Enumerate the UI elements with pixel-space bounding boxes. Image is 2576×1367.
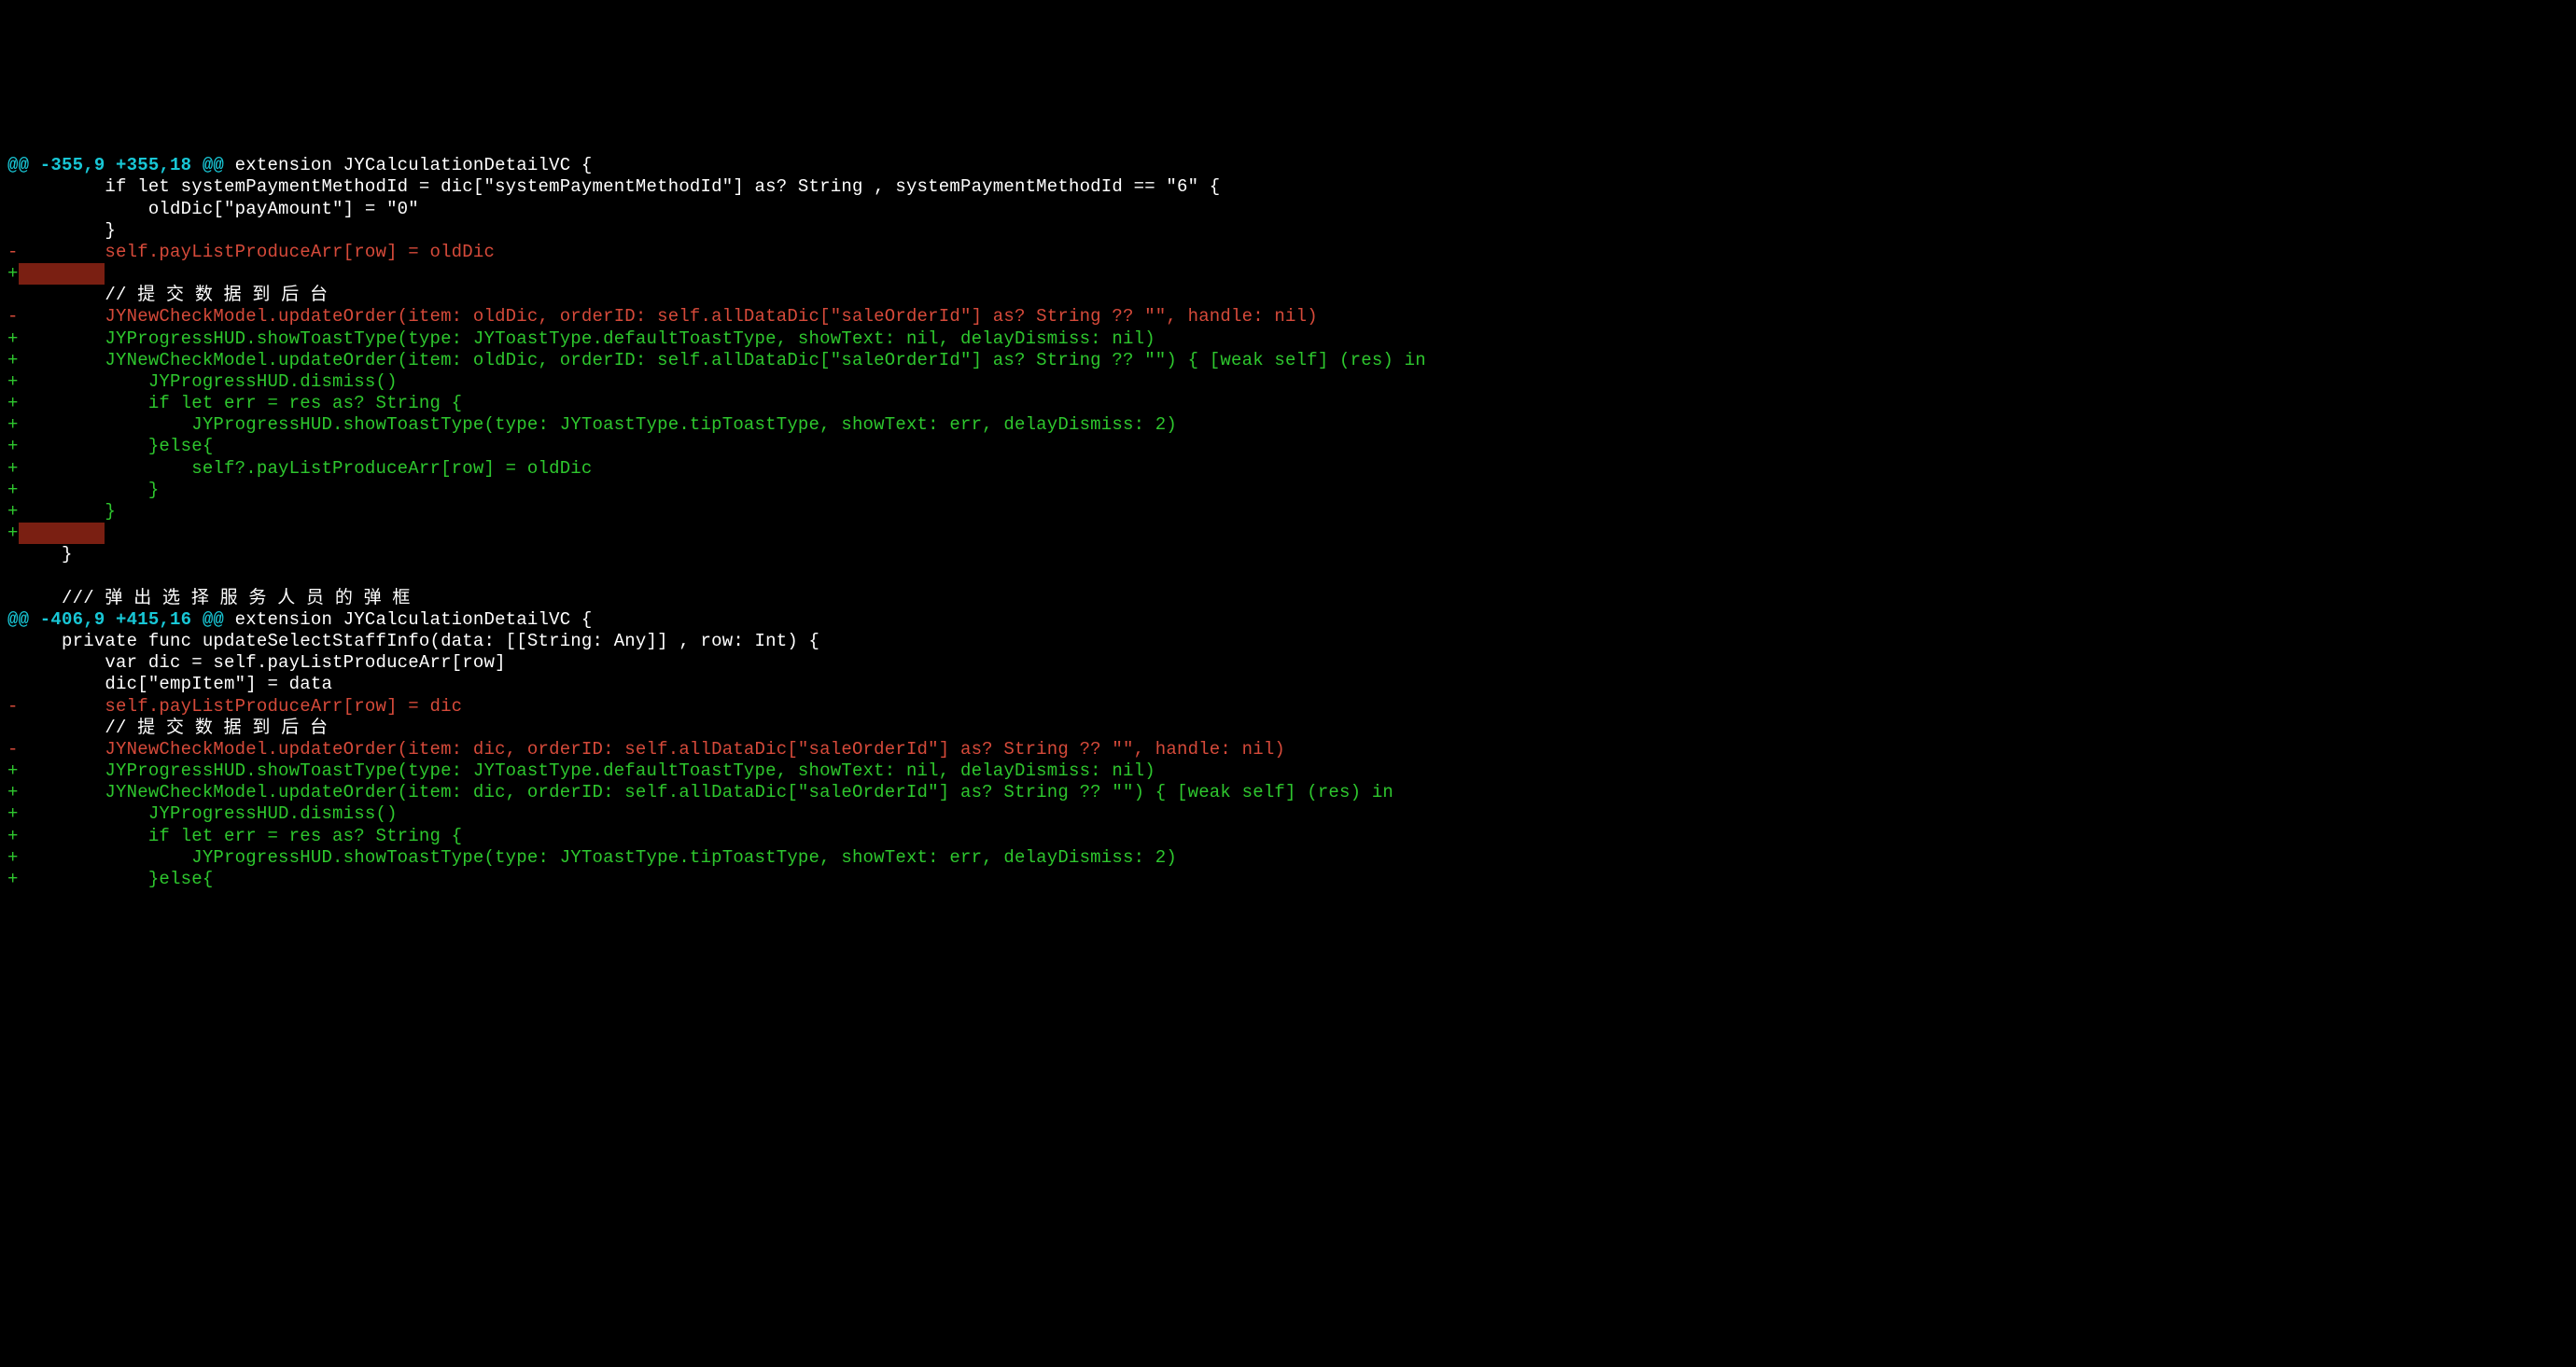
added-line: + [7, 263, 19, 284]
diff-line[interactable]: /// 弹 出 选 择 服 务 人 员 的 弹 框 [7, 588, 2569, 609]
diff-line[interactable]: + JYProgressHUD.showToastType(type: JYTo… [7, 414, 2569, 436]
added-line: + }else{ [7, 869, 213, 889]
added-line: + if let err = res as? String { [7, 393, 462, 413]
removed-line: - JYNewCheckModel.updateOrder(item: oldD… [7, 306, 1318, 327]
context-line: oldDic["payAmount"] = "0" [7, 199, 419, 219]
hunk-context: extension JYCalculationDetailVC { [235, 609, 593, 630]
removed-line: - self.payListProduceArr[row] = oldDic [7, 242, 495, 262]
added-line: + JYProgressHUD.showToastType(type: JYTo… [7, 414, 1177, 435]
hunk-header: @@ -406,9 +415,16 @@ [7, 609, 235, 630]
added-line: + } [7, 501, 116, 522]
hunk-context: extension JYCalculationDetailVC { [235, 155, 593, 175]
diff-line[interactable]: + } [7, 480, 2569, 501]
diff-line[interactable]: + JYProgressHUD.dismiss() [7, 371, 2569, 393]
context-line: var dic = self.payListProduceArr[row] [7, 652, 506, 673]
diff-line[interactable]: + [7, 523, 2569, 544]
diff-line[interactable]: + JYProgressHUD.showToastType(type: JYTo… [7, 328, 2569, 350]
diff-line[interactable] [7, 565, 2569, 587]
diff-line[interactable]: + if let err = res as? String { [7, 826, 2569, 847]
added-line: + JYProgressHUD.showToastType(type: JYTo… [7, 847, 1177, 868]
diff-line[interactable]: - self.payListProduceArr[row] = dic [7, 696, 2569, 718]
diff-line[interactable]: + JYNewCheckModel.updateOrder(item: oldD… [7, 350, 2569, 371]
diff-line[interactable]: + JYProgressHUD.showToastType(type: JYTo… [7, 847, 2569, 869]
removed-line: - self.payListProduceArr[row] = dic [7, 696, 462, 717]
context-line: } [7, 544, 73, 565]
context-line: // 提 交 数 据 到 后 台 [7, 718, 328, 738]
diff-line[interactable]: + [7, 263, 2569, 285]
diff-line[interactable]: - self.payListProduceArr[row] = oldDic [7, 242, 2569, 263]
diff-line[interactable]: + }else{ [7, 869, 2569, 890]
added-line: + JYProgressHUD.dismiss() [7, 803, 398, 824]
diff-line[interactable]: + self?.payListProduceArr[row] = oldDic [7, 458, 2569, 480]
diff-line[interactable]: @@ -406,9 +415,16 @@ extension JYCalcula… [7, 609, 2569, 631]
diff-line[interactable]: if let systemPaymentMethodId = dic["syst… [7, 176, 2569, 198]
diff-line[interactable]: @@ -355,9 +355,18 @@ extension JYCalcula… [7, 155, 2569, 176]
diff-line[interactable]: } [7, 544, 2569, 565]
diff-line[interactable]: private func updateSelectStaffInfo(data:… [7, 631, 2569, 652]
added-line: + [7, 523, 19, 543]
diff-line[interactable]: // 提 交 数 据 到 后 台 [7, 718, 2569, 739]
context-line: // 提 交 数 据 到 后 台 [7, 285, 328, 305]
diff-line[interactable]: } [7, 220, 2569, 242]
hunk-header: @@ -355,9 +355,18 @@ [7, 155, 235, 175]
diff-lines-container[interactable]: @@ -355,9 +355,18 @@ extension JYCalcula… [7, 155, 2569, 890]
trailing-whitespace-marker [19, 523, 105, 544]
context-line: if let systemPaymentMethodId = dic["syst… [7, 176, 1220, 197]
added-line: + JYProgressHUD.showToastType(type: JYTo… [7, 760, 1155, 781]
diff-line[interactable]: - JYNewCheckModel.updateOrder(item: oldD… [7, 306, 2569, 328]
added-line: + } [7, 480, 159, 500]
diff-line[interactable]: var dic = self.payListProduceArr[row] [7, 652, 2569, 674]
added-line: + }else{ [7, 436, 213, 456]
added-line: + JYNewCheckModel.updateOrder(item: dic,… [7, 782, 1393, 802]
diff-line[interactable]: + JYProgressHUD.dismiss() [7, 803, 2569, 825]
diff-line[interactable]: // 提 交 数 据 到 后 台 [7, 285, 2569, 306]
diff-line[interactable]: - JYNewCheckModel.updateOrder(item: dic,… [7, 739, 2569, 760]
context-line [7, 565, 19, 586]
diff-line[interactable]: oldDic["payAmount"] = "0" [7, 199, 2569, 220]
diff-view: @@ -355,9 +355,18 @@ extension JYCalcula… [0, 108, 2576, 919]
added-line: + JYProgressHUD.dismiss() [7, 371, 398, 392]
context-line: /// 弹 出 选 择 服 务 人 员 的 弹 框 [7, 588, 411, 608]
diff-line[interactable]: + if let err = res as? String { [7, 393, 2569, 414]
context-line: } [7, 220, 116, 241]
added-line: + self?.payListProduceArr[row] = oldDic [7, 458, 593, 479]
added-line: + JYProgressHUD.showToastType(type: JYTo… [7, 328, 1155, 349]
context-line: dic["empItem"] = data [7, 674, 332, 694]
context-line: private func updateSelectStaffInfo(data:… [7, 631, 819, 651]
trailing-whitespace-marker [19, 263, 105, 285]
diff-line[interactable]: + }else{ [7, 436, 2569, 457]
added-line: + JYNewCheckModel.updateOrder(item: oldD… [7, 350, 1426, 370]
diff-line[interactable]: + JYNewCheckModel.updateOrder(item: dic,… [7, 782, 2569, 803]
diff-line[interactable]: dic["empItem"] = data [7, 674, 2569, 695]
diff-line[interactable]: + } [7, 501, 2569, 523]
removed-line: - JYNewCheckModel.updateOrder(item: dic,… [7, 739, 1285, 760]
added-line: + if let err = res as? String { [7, 826, 462, 846]
diff-line[interactable]: + JYProgressHUD.showToastType(type: JYTo… [7, 760, 2569, 782]
